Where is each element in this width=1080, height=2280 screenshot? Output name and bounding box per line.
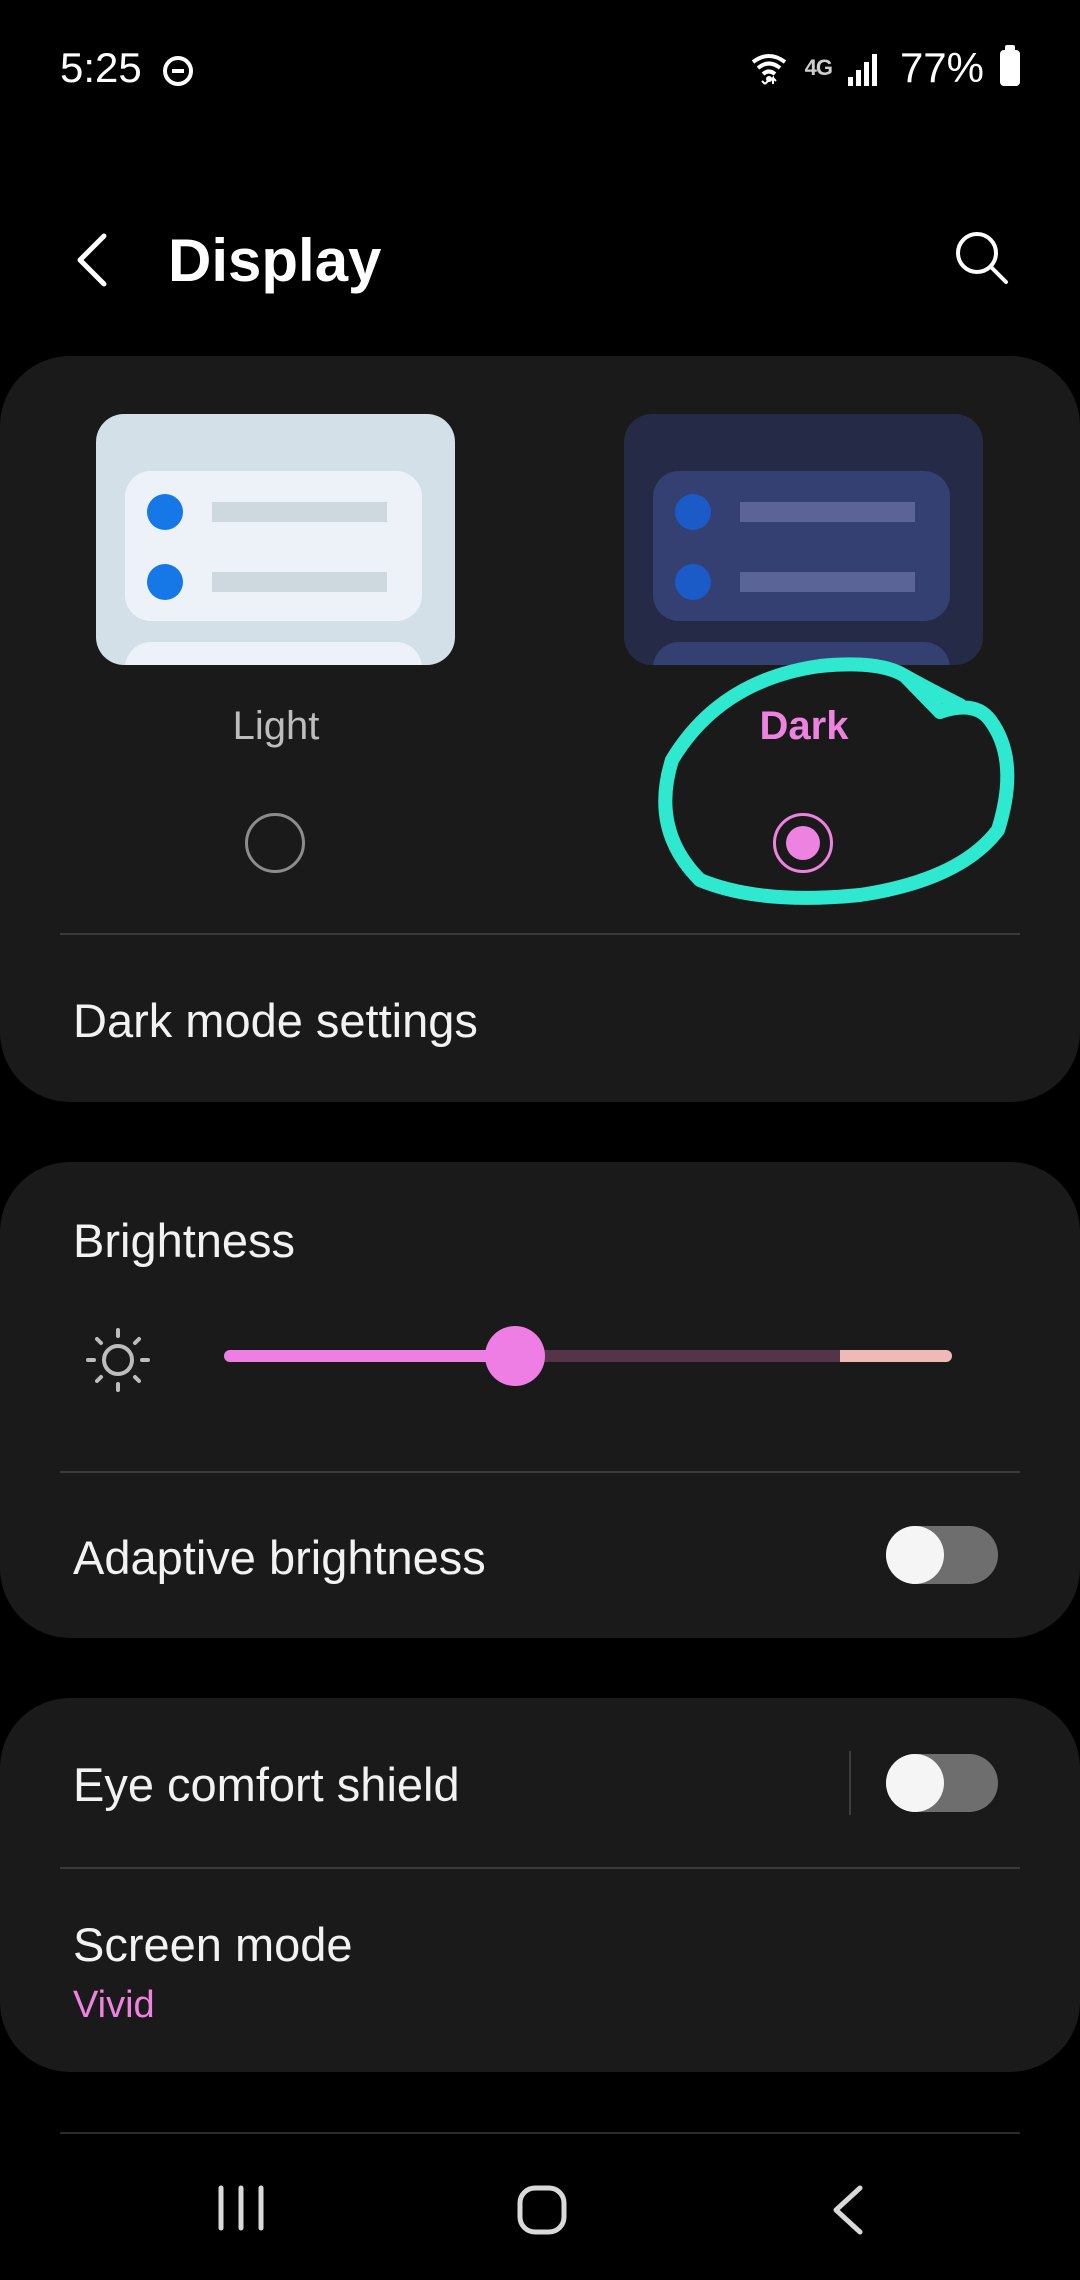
divider (60, 933, 1020, 935)
back-icon[interactable] (830, 2184, 866, 2236)
vertical-divider (849, 1751, 851, 1815)
dark-theme-preview[interactable] (624, 414, 983, 665)
adaptive-brightness-label[interactable]: Adaptive brightness (73, 1530, 486, 1585)
dark-theme-label: Dark (759, 704, 849, 748)
home-icon[interactable] (516, 2184, 568, 2236)
back-icon[interactable] (70, 230, 120, 290)
do-not-disturb-icon (163, 56, 193, 86)
battery-icon (1000, 45, 1020, 86)
eye-comfort-shield-toggle[interactable] (886, 1754, 998, 1812)
extra-brightness-segment (840, 1350, 952, 1362)
adaptive-brightness-toggle[interactable] (886, 1526, 998, 1584)
battery-percentage: 77% (899, 44, 984, 91)
wifi-icon (751, 54, 786, 85)
dark-mode-settings-item[interactable]: Dark mode settings (73, 993, 478, 1048)
light-theme-label: Light (232, 704, 320, 748)
signal-icon (847, 50, 884, 86)
status-icons: 4G 77% (749, 44, 1020, 92)
light-theme-radio[interactable] (245, 813, 305, 873)
network-type-label: 4G (804, 55, 833, 80)
status-time: 5:25 (60, 44, 142, 91)
divider (60, 1867, 1020, 1869)
sun-icon (86, 1328, 150, 1392)
screen-mode-value: Vivid (73, 1984, 155, 2026)
dark-theme-radio[interactable] (773, 813, 833, 873)
slider-fill (224, 1350, 515, 1362)
divider (60, 2132, 1020, 2134)
screen-mode-label[interactable]: Screen mode (73, 1917, 353, 1972)
brightness-slider[interactable] (224, 1350, 952, 1362)
light-theme-preview[interactable] (96, 414, 455, 665)
divider (60, 1471, 1020, 1473)
brightness-label: Brightness (73, 1214, 296, 1267)
search-icon[interactable] (952, 228, 1012, 288)
recents-icon[interactable] (215, 2184, 267, 2232)
page-title: Display (168, 227, 382, 294)
eye-comfort-shield-label[interactable]: Eye comfort shield (73, 1757, 460, 1812)
brightness-slider-thumb[interactable] (485, 1326, 545, 1386)
